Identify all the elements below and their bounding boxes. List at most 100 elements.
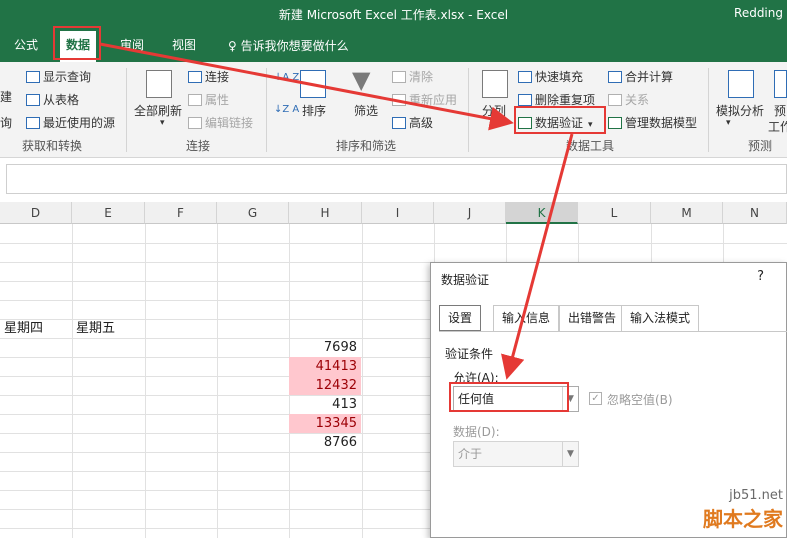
column-header-j[interactable]: J <box>434 202 506 224</box>
manage-data-model-label: 管理数据模型 <box>625 116 698 130</box>
new-query-button-label-partial[interactable]: 询 <box>0 114 12 131</box>
manage-data-model-button[interactable]: 管理数据模型 <box>608 114 697 131</box>
column-header-f[interactable]: F <box>145 202 217 224</box>
tab-divider <box>439 331 787 332</box>
text-to-columns-button[interactable]: 分列 <box>482 102 506 119</box>
tell-me-text: 告诉我你想要做什么 <box>240 39 349 53</box>
title-bar: 新建 Microsoft Excel 工作表.xlsx - Excel Redd… <box>0 0 787 28</box>
highlight-box-data-tab <box>53 26 101 60</box>
tab-input-message[interactable]: 输入信息 <box>493 305 560 331</box>
edit-links-button[interactable]: 编辑链接 <box>188 114 253 131</box>
tell-me-search[interactable]: ♀ 告诉我你想要做什么 <box>228 37 349 54</box>
cell-h-value[interactable]: 8766 <box>289 433 361 452</box>
column-header-g[interactable]: G <box>217 202 289 224</box>
forecast-sheet-label-partial[interactable]: 工作 <box>768 118 787 135</box>
clear-button[interactable]: 清除 <box>392 68 433 85</box>
properties-button[interactable]: 属性 <box>188 91 229 108</box>
what-if-dropdown-icon[interactable]: ▾ <box>726 118 731 128</box>
group-separator <box>708 68 709 152</box>
cell-h-value[interactable]: 41413 <box>289 357 361 376</box>
show-queries-button[interactable]: 显示查询 <box>26 68 91 85</box>
site-watermark: jb51.net 脚本之家 <box>703 488 783 532</box>
data-select-value: 介于 <box>458 447 483 461</box>
connections-button[interactable]: 连接 <box>188 68 229 85</box>
consolidate-button[interactable]: 合并计算 <box>608 68 673 85</box>
column-header-n[interactable]: N <box>723 202 787 224</box>
tab-formulas[interactable]: 公式 <box>14 36 38 53</box>
what-if-analysis-button[interactable]: 模拟分析 <box>716 102 764 119</box>
cell-h-value[interactable]: 7698 <box>289 338 361 357</box>
column-header-l[interactable]: L <box>578 202 651 224</box>
refresh-dropdown-icon[interactable]: ▾ <box>160 118 165 128</box>
column-header-h[interactable]: H <box>289 202 362 224</box>
tab-view[interactable]: 视图 <box>172 36 196 53</box>
validation-criteria-heading: 验证条件 <box>445 347 494 361</box>
advanced-filter-icon <box>392 117 406 129</box>
connections-label: 连接 <box>205 70 230 84</box>
flash-fill-button[interactable]: 快速填充 <box>518 68 583 85</box>
sort-dialog-icon[interactable] <box>300 70 326 98</box>
dialog-title: 数据验证 <box>441 273 490 287</box>
help-button[interactable]: ? <box>757 269 764 284</box>
data-select[interactable]: 介于 ▼ <box>453 441 579 467</box>
reapply-icon <box>392 94 406 106</box>
tab-error-alert[interactable]: 出错警告 <box>559 305 626 331</box>
ribbon-tabs: 公式 数据 审阅 视图 ♀ 告诉我你想要做什么 <box>0 28 787 62</box>
remove-duplicates-label: 删除重复项 <box>535 93 596 107</box>
group-get-transform: 获取和转换 <box>22 139 83 153</box>
flash-fill-label: 快速填充 <box>535 70 584 84</box>
from-table-button[interactable]: 从表格 <box>26 91 79 108</box>
recent-sources-label: 最近使用的源 <box>43 116 116 130</box>
ignore-blank-checkbox[interactable]: ✓ <box>589 392 602 405</box>
connections-icon <box>188 71 202 83</box>
advanced-button[interactable]: 高级 <box>392 114 433 131</box>
cell-h-value[interactable]: 13345 <box>289 414 361 433</box>
watermark-name: 脚本之家 <box>703 507 783 531</box>
relationships-button[interactable]: 关系 <box>608 91 649 108</box>
highlight-box-allow-select <box>449 382 569 412</box>
column-header-m[interactable]: M <box>651 202 723 224</box>
reapply-button[interactable]: 重新应用 <box>392 91 457 108</box>
tab-ime-mode[interactable]: 输入法模式 <box>621 305 700 331</box>
window-title: 新建 Microsoft Excel 工作表.xlsx - Excel <box>278 8 509 22</box>
cell-d-header[interactable]: 星期四 <box>4 319 43 338</box>
row-gridline <box>0 243 787 244</box>
column-header-i[interactable]: I <box>362 202 434 224</box>
user-name[interactable]: Redding <box>734 6 783 20</box>
tab-review[interactable]: 审阅 <box>120 36 144 53</box>
refresh-all-icon[interactable] <box>146 70 172 98</box>
column-header-e[interactable]: E <box>72 202 145 224</box>
ignore-blank-label: 忽略空值(B) <box>607 393 673 407</box>
column-header-k[interactable]: K <box>506 202 578 224</box>
new-query-button-partial[interactable]: 建 <box>0 88 12 105</box>
cell-h-value[interactable]: 12432 <box>289 376 361 395</box>
filter-button[interactable]: 筛选 <box>354 102 378 119</box>
sort-button[interactable]: 排序 <box>302 102 326 119</box>
what-if-icon[interactable] <box>728 70 754 98</box>
link-icon <box>188 117 202 129</box>
properties-icon <box>188 94 202 106</box>
text-to-columns-icon[interactable] <box>482 70 508 98</box>
edit-links-label: 编辑链接 <box>205 116 254 130</box>
column-header-d[interactable]: D <box>0 202 72 224</box>
filter-icon[interactable]: ▼ <box>352 66 370 94</box>
group-separator <box>126 68 127 152</box>
properties-label: 属性 <box>205 93 230 107</box>
forecast-sheet-button-partial[interactable]: 预 <box>774 102 786 119</box>
refresh-all-button[interactable]: 全部刷新 <box>134 102 182 119</box>
group-sort-filter: 排序和筛选 <box>336 139 397 153</box>
advanced-label: 高级 <box>409 116 434 130</box>
grid-icon <box>26 94 40 106</box>
sort-za-icon[interactable]: ↓Z A <box>274 104 299 115</box>
formula-bar[interactable] <box>6 164 787 194</box>
clock-icon <box>26 117 40 129</box>
from-table-label: 从表格 <box>43 93 80 107</box>
cell-e-header[interactable]: 星期五 <box>76 319 115 338</box>
relationships-label: 关系 <box>625 93 650 107</box>
tab-settings[interactable]: 设置 <box>439 305 482 331</box>
cell-h-value[interactable]: 413 <box>289 395 361 414</box>
data-label: 数据(D): <box>453 425 500 439</box>
forecast-sheet-icon[interactable] <box>774 70 787 98</box>
recent-sources-button[interactable]: 最近使用的源 <box>26 114 115 131</box>
sort-az-icon[interactable]: ↓A Z <box>274 72 299 83</box>
